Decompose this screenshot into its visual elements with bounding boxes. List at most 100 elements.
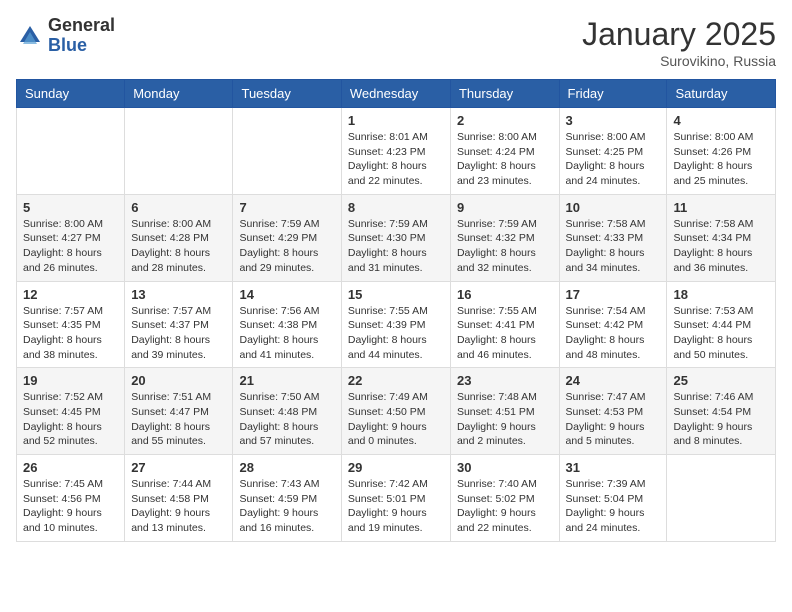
- day-info: Sunrise: 7:51 AM Sunset: 4:47 PM Dayligh…: [131, 390, 226, 449]
- calendar-cell: 2 Sunrise: 8:00 AM Sunset: 4:24 PM Daylig…: [450, 108, 559, 195]
- calendar-week-row: 5 Sunrise: 8:00 AM Sunset: 4:27 PM Daylig…: [17, 194, 776, 281]
- day-info: Sunrise: 7:55 AM Sunset: 4:39 PM Dayligh…: [348, 304, 444, 363]
- page-header: General Blue January 2025 Surovikino, Ru…: [16, 16, 776, 69]
- day-info: Sunrise: 7:59 AM Sunset: 4:30 PM Dayligh…: [348, 217, 444, 276]
- day-number: 23: [457, 373, 553, 388]
- day-info: Sunrise: 7:50 AM Sunset: 4:48 PM Dayligh…: [239, 390, 334, 449]
- day-number: 6: [131, 200, 226, 215]
- day-number: 19: [23, 373, 118, 388]
- calendar-cell: 29Sunrise: 7:42 AM Sunset: 5:01 PM Dayli…: [341, 455, 450, 542]
- day-info: Sunrise: 8:00 AM Sunset: 4:26 PM Dayligh…: [673, 130, 769, 189]
- day-info: Sunrise: 8:00 AM Sunset: 4:25 PM Dayligh…: [566, 130, 661, 189]
- calendar-cell: 13Sunrise: 7:57 AM Sunset: 4:37 PM Dayli…: [125, 281, 233, 368]
- day-info: Sunrise: 7:56 AM Sunset: 4:38 PM Dayligh…: [239, 304, 334, 363]
- logo: General Blue: [16, 16, 115, 56]
- day-number: 31: [566, 460, 661, 475]
- day-info: Sunrise: 7:54 AM Sunset: 4:42 PM Dayligh…: [566, 304, 661, 363]
- calendar-cell: 24 Sunrise: 7:47 AM Sunset: 4:53 PM Dayli…: [559, 368, 667, 455]
- day-number: 10: [566, 200, 661, 215]
- day-number: 2: [457, 113, 553, 128]
- calendar-cell: 6 Sunrise: 8:00 AM Sunset: 4:28 PM Daylig…: [125, 194, 233, 281]
- calendar-cell: 19Sunrise: 7:52 AM Sunset: 4:45 PM Dayli…: [17, 368, 125, 455]
- weekday-header-tuesday: Tuesday: [233, 80, 341, 108]
- day-number: 17: [566, 287, 661, 302]
- weekday-header-saturday: Saturday: [667, 80, 776, 108]
- day-number: 1: [348, 113, 444, 128]
- month-title: January 2025: [582, 16, 776, 53]
- day-info: Sunrise: 7:46 AM Sunset: 4:54 PM Dayligh…: [673, 390, 769, 449]
- logo-text: General Blue: [48, 16, 115, 56]
- calendar-week-row: 26 Sunrise: 7:45 AM Sunset: 4:56 PM Dayli…: [17, 455, 776, 542]
- day-info: Sunrise: 8:00 AM Sunset: 4:27 PM Dayligh…: [23, 217, 118, 276]
- calendar-cell: 1 Sunrise: 8:01 AM Sunset: 4:23 PM Daylig…: [341, 108, 450, 195]
- calendar-cell: 31Sunrise: 7:39 AM Sunset: 5:04 PM Dayli…: [559, 455, 667, 542]
- day-info: Sunrise: 7:59 AM Sunset: 4:32 PM Dayligh…: [457, 217, 553, 276]
- calendar-week-row: 1 Sunrise: 8:01 AM Sunset: 4:23 PM Daylig…: [17, 108, 776, 195]
- day-info: Sunrise: 7:48 AM Sunset: 4:51 PM Dayligh…: [457, 390, 553, 449]
- calendar-cell: 22 Sunrise: 7:49 AM Sunset: 4:50 PM Dayli…: [341, 368, 450, 455]
- calendar-cell: 25 Sunrise: 7:46 AM Sunset: 4:54 PM Dayli…: [667, 368, 776, 455]
- day-info: Sunrise: 7:53 AM Sunset: 4:44 PM Dayligh…: [673, 304, 769, 363]
- day-info: Sunrise: 8:00 AM Sunset: 4:24 PM Dayligh…: [457, 130, 553, 189]
- day-info: Sunrise: 8:01 AM Sunset: 4:23 PM Dayligh…: [348, 130, 444, 189]
- calendar-cell: 5 Sunrise: 8:00 AM Sunset: 4:27 PM Daylig…: [17, 194, 125, 281]
- day-number: 25: [673, 373, 769, 388]
- logo-blue-text: Blue: [48, 36, 115, 56]
- weekday-header-sunday: Sunday: [17, 80, 125, 108]
- calendar-table: SundayMondayTuesdayWednesdayThursdayFrid…: [16, 79, 776, 542]
- calendar-cell: 16 Sunrise: 7:55 AM Sunset: 4:41 PM Dayli…: [450, 281, 559, 368]
- day-info: Sunrise: 7:49 AM Sunset: 4:50 PM Dayligh…: [348, 390, 444, 449]
- calendar-cell: 15 Sunrise: 7:55 AM Sunset: 4:39 PM Dayli…: [341, 281, 450, 368]
- day-info: Sunrise: 7:45 AM Sunset: 4:56 PM Dayligh…: [23, 477, 118, 536]
- day-info: Sunrise: 8:00 AM Sunset: 4:28 PM Dayligh…: [131, 217, 226, 276]
- day-number: 8: [348, 200, 444, 215]
- calendar-cell: [233, 108, 341, 195]
- weekday-header-wednesday: Wednesday: [341, 80, 450, 108]
- day-info: Sunrise: 7:59 AM Sunset: 4:29 PM Dayligh…: [239, 217, 334, 276]
- day-info: Sunrise: 7:58 AM Sunset: 4:33 PM Dayligh…: [566, 217, 661, 276]
- weekday-header-thursday: Thursday: [450, 80, 559, 108]
- calendar-cell: 27Sunrise: 7:44 AM Sunset: 4:58 PM Dayli…: [125, 455, 233, 542]
- calendar-cell: 18Sunrise: 7:53 AM Sunset: 4:44 PM Dayli…: [667, 281, 776, 368]
- day-number: 16: [457, 287, 553, 302]
- day-number: 7: [239, 200, 334, 215]
- calendar-cell: 10 Sunrise: 7:58 AM Sunset: 4:33 PM Dayli…: [559, 194, 667, 281]
- calendar-cell: [667, 455, 776, 542]
- logo-icon: [16, 22, 44, 50]
- day-info: Sunrise: 7:42 AM Sunset: 5:01 PM Dayligh…: [348, 477, 444, 536]
- day-number: 5: [23, 200, 118, 215]
- day-number: 12: [23, 287, 118, 302]
- day-number: 28: [239, 460, 334, 475]
- calendar-cell: 30Sunrise: 7:40 AM Sunset: 5:02 PM Dayli…: [450, 455, 559, 542]
- day-info: Sunrise: 7:57 AM Sunset: 4:35 PM Dayligh…: [23, 304, 118, 363]
- calendar-week-row: 19Sunrise: 7:52 AM Sunset: 4:45 PM Dayli…: [17, 368, 776, 455]
- weekday-header-monday: Monday: [125, 80, 233, 108]
- day-number: 4: [673, 113, 769, 128]
- day-info: Sunrise: 7:58 AM Sunset: 4:34 PM Dayligh…: [673, 217, 769, 276]
- day-info: Sunrise: 7:44 AM Sunset: 4:58 PM Dayligh…: [131, 477, 226, 536]
- calendar-cell: 21Sunrise: 7:50 AM Sunset: 4:48 PM Dayli…: [233, 368, 341, 455]
- weekday-header-friday: Friday: [559, 80, 667, 108]
- calendar-week-row: 12 Sunrise: 7:57 AM Sunset: 4:35 PM Dayli…: [17, 281, 776, 368]
- day-info: Sunrise: 7:55 AM Sunset: 4:41 PM Dayligh…: [457, 304, 553, 363]
- day-number: 15: [348, 287, 444, 302]
- calendar-cell: [125, 108, 233, 195]
- calendar-header-row: SundayMondayTuesdayWednesdayThursdayFrid…: [17, 80, 776, 108]
- day-number: 24: [566, 373, 661, 388]
- day-number: 22: [348, 373, 444, 388]
- calendar-cell: 7 Sunrise: 7:59 AM Sunset: 4:29 PM Daylig…: [233, 194, 341, 281]
- calendar-cell: 17 Sunrise: 7:54 AM Sunset: 4:42 PM Dayli…: [559, 281, 667, 368]
- day-number: 14: [239, 287, 334, 302]
- calendar-cell: 3Sunrise: 8:00 AM Sunset: 4:25 PM Daylig…: [559, 108, 667, 195]
- title-block: January 2025 Surovikino, Russia: [582, 16, 776, 69]
- calendar-cell: 23 Sunrise: 7:48 AM Sunset: 4:51 PM Dayli…: [450, 368, 559, 455]
- calendar-cell: 20Sunrise: 7:51 AM Sunset: 4:47 PM Dayli…: [125, 368, 233, 455]
- calendar-cell: 11 Sunrise: 7:58 AM Sunset: 4:34 PM Dayli…: [667, 194, 776, 281]
- day-number: 11: [673, 200, 769, 215]
- day-number: 26: [23, 460, 118, 475]
- logo-general-text: General: [48, 16, 115, 36]
- calendar-cell: [17, 108, 125, 195]
- day-number: 9: [457, 200, 553, 215]
- calendar-cell: 26 Sunrise: 7:45 AM Sunset: 4:56 PM Dayli…: [17, 455, 125, 542]
- day-info: Sunrise: 7:47 AM Sunset: 4:53 PM Dayligh…: [566, 390, 661, 449]
